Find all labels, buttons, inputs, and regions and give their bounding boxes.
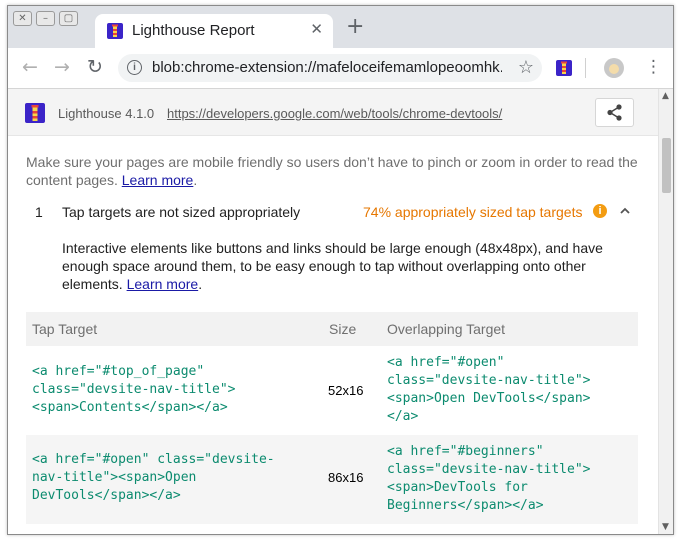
table-header: Tap Target Size Overlapping Target: [26, 312, 638, 346]
window-maximize-button[interactable]: ▢: [59, 11, 78, 26]
site-info-icon[interactable]: i: [127, 60, 142, 75]
audit-learn-more-link[interactable]: Learn more: [127, 276, 199, 292]
bookmark-star-icon[interactable]: ☆: [518, 57, 534, 78]
tap-target-size: 86x16: [328, 470, 364, 485]
tap-targets-table: Tap Target Size Overlapping Target <a hr…: [26, 312, 638, 524]
browser-window: ✕ – ▢ Lighthouse Report ✕ + ← → ↻ i blob…: [7, 5, 674, 535]
learn-more-link[interactable]: Learn more: [122, 172, 194, 188]
menu-icon[interactable]: ⋮: [645, 57, 662, 77]
tested-url-link[interactable]: https://developers.google.com/web/tools/…: [167, 106, 502, 121]
avatar-icon[interactable]: [604, 58, 624, 78]
category-description: Make sure your pages are mobile friendly…: [26, 154, 638, 188]
vertical-scrollbar[interactable]: ▲ ▼: [658, 89, 673, 534]
tab-title: Lighthouse Report: [132, 22, 255, 39]
table-row: <a href="#top_of_page" class="devsite-na…: [26, 346, 638, 435]
table-row: <a href="#open" class="devsite- nav-titl…: [26, 435, 638, 524]
warning-icon: i: [593, 204, 607, 218]
tab-lighthouse-report[interactable]: Lighthouse Report ✕: [95, 14, 333, 48]
audit-display-value: 74% appropriately sized tap targets: [363, 204, 583, 220]
tap-target-code: <a href="#top_of_page" class="devsite-na…: [32, 364, 236, 415]
lighthouse-version: Lighthouse 4.1.0: [58, 106, 155, 121]
report-content: Lighthouse 4.1.0 https://developers.goog…: [8, 89, 658, 534]
tab-strip: ✕ – ▢ Lighthouse Report ✕ +: [8, 6, 673, 48]
new-tab-button[interactable]: +: [346, 16, 364, 38]
column-header-overlapping-target: Overlapping Target: [387, 321, 506, 337]
window-close-button[interactable]: ✕: [13, 11, 32, 26]
window-minimize-button[interactable]: –: [36, 11, 55, 26]
share-icon: [607, 104, 622, 121]
audit-number: 1: [35, 204, 43, 220]
lighthouse-header: Lighthouse 4.1.0 https://developers.goog…: [8, 89, 658, 136]
audit-title[interactable]: Tap targets are not sized appropriately: [62, 204, 300, 220]
tap-target-code: <a href="#open" class="devsite- nav-titl…: [32, 452, 275, 503]
scrollbar-thumb[interactable]: [662, 138, 671, 193]
overlapping-target-code: <a href="#open" class="devsite-nav-title…: [387, 355, 591, 424]
audit-description: Interactive elements like buttons and li…: [62, 240, 603, 292]
toolbar-divider: [585, 58, 586, 78]
reload-icon[interactable]: ↻: [87, 57, 103, 77]
lighthouse-icon: [107, 23, 123, 39]
tab-close-icon[interactable]: ✕: [310, 20, 323, 38]
back-arrow-icon[interactable]: ←: [22, 57, 38, 77]
share-button[interactable]: [595, 98, 634, 127]
scroll-down-icon[interactable]: ▼: [662, 522, 669, 532]
chevron-up-icon[interactable]: [618, 204, 632, 218]
url-text[interactable]: blob:chrome-extension://mafeloceifemamlo…: [152, 59, 502, 76]
column-header-size: Size: [329, 321, 357, 337]
address-bar[interactable]: i blob:chrome-extension://mafeloceifemam…: [118, 54, 542, 82]
browser-toolbar: ← → ↻ i blob:chrome-extension://mafeloce…: [8, 48, 673, 89]
tap-target-size: 52x16: [328, 383, 364, 398]
column-header-tap-target: Tap Target: [32, 321, 98, 337]
lighthouse-icon[interactable]: [556, 60, 572, 76]
scroll-up-icon[interactable]: ▲: [662, 91, 669, 101]
lighthouse-icon: [25, 103, 45, 123]
forward-arrow-icon[interactable]: →: [54, 57, 70, 77]
overlapping-target-code: <a href="#beginners" class="devsite-nav-…: [387, 444, 591, 513]
